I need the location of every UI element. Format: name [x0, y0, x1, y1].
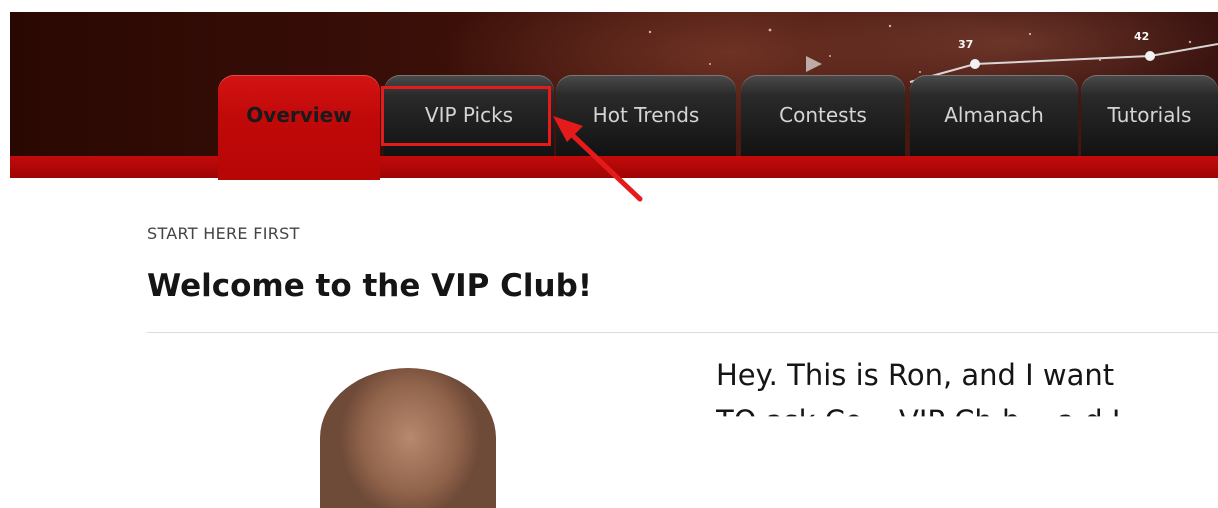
tab-contests[interactable]: Contests [741, 75, 905, 156]
intro-paragraph-line: TO ask Co... VIP Ch.b... a d I [716, 404, 1121, 435]
tab-label: Tutorials [1107, 103, 1192, 127]
vip-picks-highlight [381, 86, 551, 146]
page-top-margin [0, 0, 1218, 12]
chart-marker-label: 42 [1134, 30, 1150, 43]
host-photo [320, 368, 496, 508]
section-kicker: START HERE FIRST [147, 224, 300, 243]
tab-overview[interactable]: Overview [218, 75, 380, 180]
title-divider [147, 332, 1218, 333]
intro-paragraph-line: Hey. This is Ron, and I want [716, 358, 1115, 392]
annotation-arrow-icon [553, 116, 643, 202]
page-title: Welcome to the VIP Club! [147, 268, 592, 304]
tab-label: Almanach [944, 103, 1044, 127]
tab-label: Overview [246, 103, 352, 127]
tab-tutorials[interactable]: Tutorials [1081, 75, 1218, 156]
chart-marker-label: 37 [958, 38, 974, 51]
tab-label: Contests [779, 103, 867, 127]
tab-almanach[interactable]: Almanach [910, 75, 1078, 156]
play-triangle-icon [806, 56, 822, 72]
